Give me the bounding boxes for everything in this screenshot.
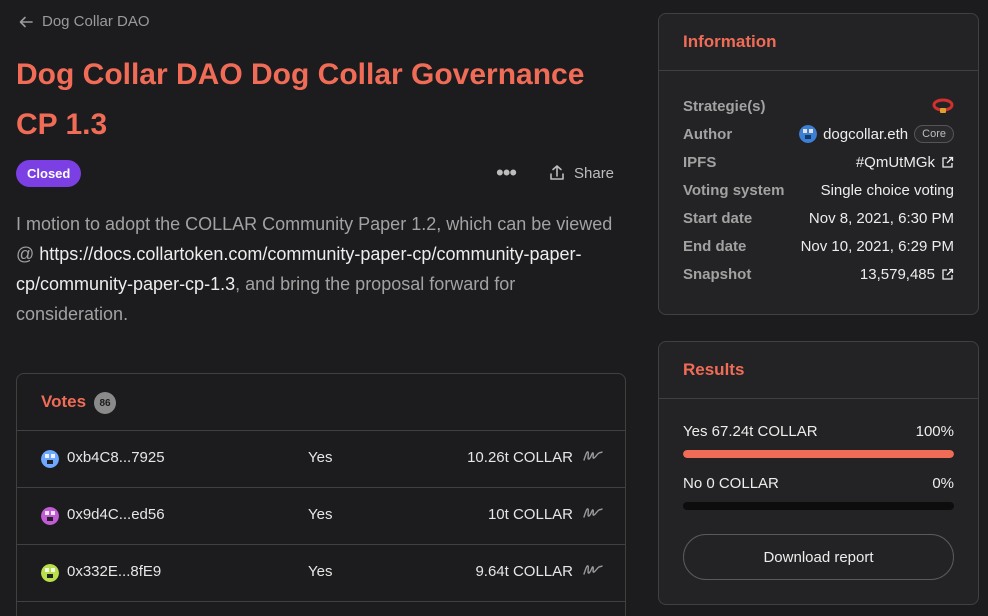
vote-choice: Yes	[308, 506, 333, 523]
proposal-title: Dog Collar DAO Dog Collar Governance CP …	[16, 58, 585, 141]
ipfs-link[interactable]: #QmUtMGk	[856, 154, 954, 171]
download-report-button[interactable]: Download report	[683, 534, 954, 580]
core-badge: Core	[914, 125, 954, 143]
voting-power: 10.26t COLLAR	[467, 449, 573, 466]
result-bar-fill	[683, 450, 954, 458]
end-date-label: End date	[683, 237, 747, 255]
vote-row: 0xb4C8...7925 Yes 10.26t COLLAR	[17, 431, 625, 488]
info-row-strategies: Strategie(s)	[683, 96, 954, 116]
info-row-end: End date Nov 10, 2021, 6:29 PM	[683, 236, 954, 256]
share-label: Share	[574, 164, 615, 182]
result-bar-yes	[683, 450, 954, 458]
external-link-icon	[941, 268, 954, 281]
information-heading: Information	[659, 14, 978, 71]
voting-system-value: Single choice voting	[820, 181, 954, 199]
more-options-button[interactable]: •••	[496, 162, 517, 184]
info-row-voting-system: Voting system Single choice voting	[683, 180, 954, 200]
results-heading: Results	[659, 342, 978, 399]
vote-row: 0x332E...8fE9 Yes 9.64t COLLAR	[17, 545, 625, 602]
votes-header: Votes 86	[17, 374, 625, 431]
proposal-body: I motion to adopt the COLLAR Community P…	[16, 209, 616, 329]
start-date-value: Nov 8, 2021, 6:30 PM	[808, 209, 954, 227]
votes-heading: Votes	[41, 392, 87, 411]
vote-choice: Yes	[308, 563, 333, 580]
result-percent: 0%	[932, 475, 954, 492]
voter-avatar	[41, 507, 59, 525]
voter-address[interactable]: 0x332E...8fE9	[67, 563, 161, 580]
share-icon	[550, 165, 564, 180]
vote-row: 0x9d4C...ed56 Yes 10t COLLAR	[17, 488, 625, 545]
author-name: dogcollar.eth	[823, 125, 909, 143]
voting-system-label: Voting system	[683, 181, 785, 199]
results-panel: Results Yes 67.24t COLLAR 100% No 0 COLL…	[658, 341, 979, 605]
start-date-label: Start date	[683, 209, 753, 227]
info-row-snapshot: Snapshot 13,579,485	[683, 264, 954, 284]
strategy-icon-button[interactable]	[932, 97, 954, 115]
snapshot-value: 13,579,485	[859, 265, 935, 283]
voter-address[interactable]: 0xb4C8...7925	[67, 449, 165, 466]
snapshot-label: Snapshot	[683, 265, 752, 283]
end-date-value: Nov 10, 2021, 6:29 PM	[800, 237, 954, 255]
info-row-ipfs: IPFS #QmUtMGk	[683, 152, 954, 172]
information-panel: Information Strategie(s) Author dogcolla…	[658, 13, 979, 315]
status-badge: Closed	[16, 160, 82, 187]
result-bar-no	[683, 502, 954, 510]
external-link-icon	[941, 156, 954, 169]
voter-address[interactable]: 0x9d4C...ed56	[67, 506, 165, 523]
result-percent: 100%	[915, 423, 954, 440]
back-link[interactable]: Dog Collar DAO	[18, 13, 150, 30]
dog-collar-icon	[932, 98, 954, 113]
arrow-left-icon	[19, 16, 33, 27]
signature-icon[interactable]	[583, 562, 603, 582]
info-row-author: Author dogcollar.eth Core	[683, 124, 954, 144]
votes-count-badge: 86	[94, 392, 117, 414]
ipfs-value: #QmUtMGk	[855, 153, 935, 171]
author-label: Author	[683, 125, 733, 143]
snapshot-link[interactable]: 13,579,485	[860, 266, 954, 283]
signature-icon[interactable]	[583, 505, 603, 525]
result-option-yes: Yes 67.24t COLLAR 100%	[683, 423, 954, 440]
info-row-start: Start date Nov 8, 2021, 6:30 PM	[683, 208, 954, 228]
strategies-label: Strategie(s)	[683, 97, 766, 115]
voter-avatar	[41, 450, 59, 468]
author-link[interactable]: dogcollar.eth Core	[799, 125, 954, 143]
result-label: Yes 67.24t COLLAR	[683, 423, 818, 440]
result-option-no: No 0 COLLAR 0%	[683, 475, 954, 492]
ipfs-label: IPFS	[683, 153, 717, 171]
voting-power: 10t COLLAR	[487, 506, 573, 523]
author-avatar	[799, 125, 818, 143]
back-link-label: Dog Collar DAO	[42, 13, 150, 30]
vote-choice: Yes	[308, 449, 333, 466]
result-label: No 0 COLLAR	[683, 475, 779, 492]
voting-power: 9.64t COLLAR	[475, 563, 573, 580]
share-button[interactable]: Share	[548, 164, 614, 182]
voter-avatar	[41, 564, 59, 582]
signature-icon[interactable]	[583, 448, 603, 468]
votes-panel: Votes 86 0xb4C8...7925 Yes 10.26t COLLAR 0x…	[16, 373, 626, 616]
